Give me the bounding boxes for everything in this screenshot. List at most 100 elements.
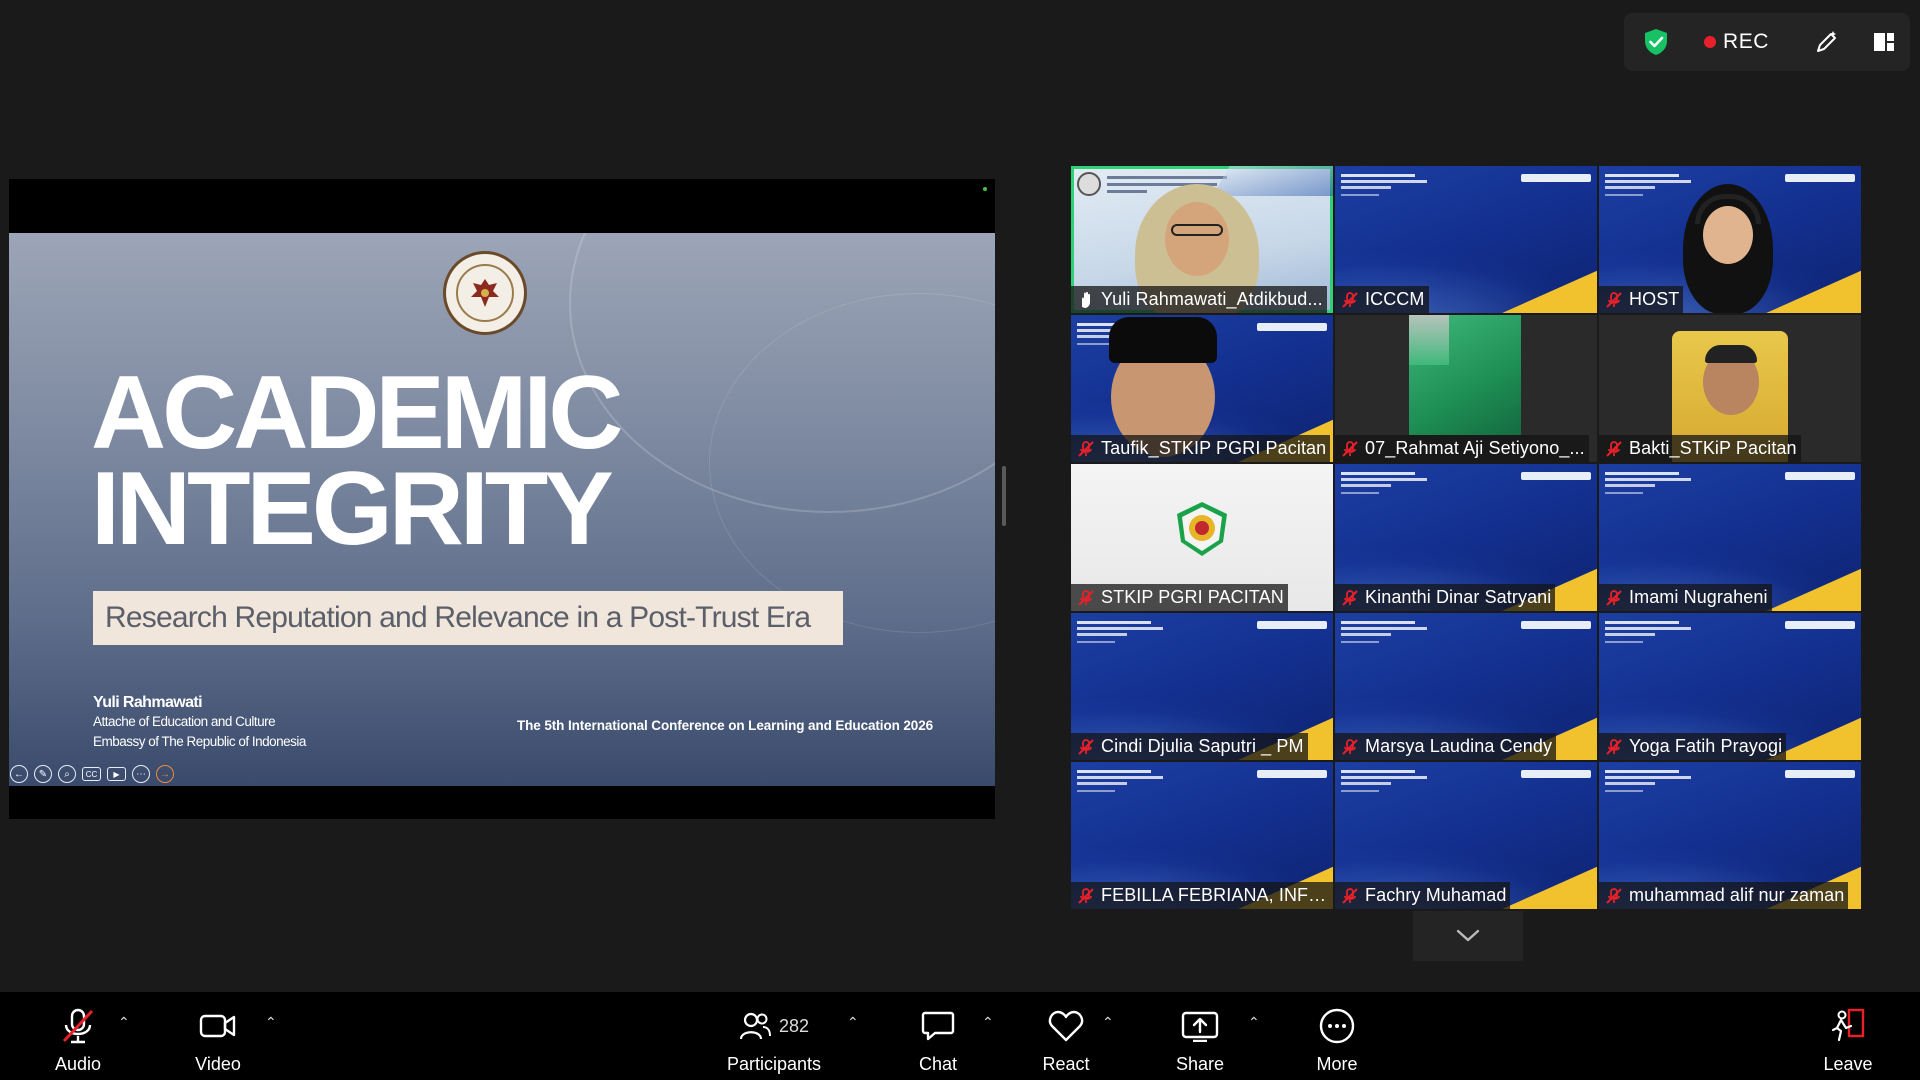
participant-name: Kinanthi Dinar Satryani (1365, 587, 1552, 607)
muted-mic-icon (1341, 738, 1359, 756)
pen-icon[interactable]: ✎ (34, 765, 52, 783)
audio-options-caret[interactable]: ⌃ (118, 1014, 130, 1031)
participants-options-caret[interactable]: ⌃ (847, 1014, 859, 1031)
participant-name: Yuli Rahmawati_Atdikbud... (1101, 289, 1323, 309)
audio-label: Audio (54, 1054, 102, 1074)
participant-name: STKIP PGRI PACITAN (1101, 587, 1284, 607)
more-label: More (1316, 1054, 1358, 1074)
participants-count: 282 (778, 1015, 810, 1036)
more-options-icon (1319, 1008, 1355, 1044)
heart-icon (1048, 1008, 1084, 1044)
video-tile[interactable]: Kinanthi Dinar Satryani (1335, 464, 1597, 611)
participant-name-bar: ICCCM (1335, 286, 1429, 313)
participants-label: Participants (726, 1054, 822, 1074)
slide-subtitle: Research Reputation and Relevance in a P… (105, 601, 811, 634)
video-tile[interactable]: Imami Nugraheni (1599, 464, 1861, 611)
presentation-slide: ACADEMIC INTEGRITY Research Reputation a… (9, 233, 995, 786)
video-tile[interactable]: Marsya Laudina Cendy (1335, 613, 1597, 760)
conference-title: The 5th International Conference on Lear… (517, 718, 934, 733)
video-camera-icon (199, 1008, 237, 1044)
video-tile[interactable]: HOST (1599, 166, 1861, 313)
muted-mic-icon (1077, 738, 1095, 756)
video-tile[interactable]: Yoga Fatih Prayogi (1599, 613, 1861, 760)
react-options-caret[interactable]: ⌃ (1102, 1014, 1114, 1031)
share-screen-icon (1181, 1008, 1219, 1044)
audio-button[interactable]: Audio (38, 992, 118, 1080)
gallery-next-page-button[interactable] (1413, 911, 1523, 961)
chevron-down-icon (1456, 929, 1480, 942)
presenter-organization: Embassy of The Republic of Indonesia (93, 734, 306, 749)
participant-name-bar: Taufik_STKIP PGRI Pacitan (1071, 435, 1331, 462)
video-tile[interactable]: Fachry Muhamad (1335, 762, 1597, 909)
participant-name: Fachry Muhamad (1365, 885, 1507, 905)
video-options-caret[interactable]: ⌃ (265, 1014, 277, 1031)
chat-button[interactable]: Chat (898, 992, 978, 1080)
react-button[interactable]: React (1026, 992, 1106, 1080)
panel-resize-handle[interactable] (1002, 466, 1006, 526)
slide-title: ACADEMIC INTEGRITY (91, 355, 623, 567)
muted-mic-icon (1605, 291, 1623, 309)
share-options-caret[interactable]: ⌃ (1248, 1014, 1260, 1031)
recording-indicator[interactable]: REC (1704, 30, 1769, 54)
more-icon[interactable]: ⋯ (132, 765, 150, 783)
participants-button[interactable]: 282 Participants (716, 992, 832, 1080)
video-tile[interactable]: STKIP PGRI PACITAN (1071, 464, 1333, 611)
participant-name: HOST (1629, 289, 1680, 309)
presenter-name: Yuli Rahmawati (93, 694, 203, 711)
video-tile[interactable]: ICCCM (1335, 166, 1597, 313)
next-icon[interactable]: → (156, 765, 174, 783)
share-button[interactable]: Share (1160, 992, 1240, 1080)
participant-name-bar: Fachry Muhamad (1335, 882, 1511, 909)
muted-mic-icon (1605, 887, 1623, 905)
participant-name-bar: muhammad alif nur zaman (1599, 882, 1849, 909)
video-tile[interactable]: muhammad alif nur zaman (1599, 762, 1861, 909)
participant-name: Marsya Laudina Cendy (1365, 736, 1553, 756)
captions-icon[interactable]: CC (82, 767, 101, 781)
video-tile[interactable]: Taufik_STKIP PGRI Pacitan (1071, 315, 1333, 462)
muted-mic-icon (1605, 589, 1623, 607)
video-tile[interactable]: 07_Rahmat Aji Setiyono_... (1335, 315, 1597, 462)
participants-icon-row: 282 (739, 1008, 809, 1044)
muted-mic-icon (1077, 589, 1095, 607)
slide-title-line2: INTEGRITY (91, 451, 614, 567)
annotate-icon[interactable] (1811, 24, 1843, 60)
meeting-status-bar: REC (1624, 13, 1910, 71)
participant-name-bar: Imami Nugraheni (1599, 584, 1772, 611)
layout-icon[interactable] (1868, 24, 1900, 60)
participant-name-bar: STKIP PGRI PACITAN (1071, 584, 1288, 611)
share-indicator-dot (983, 187, 987, 191)
participant-name: 07_Rahmat Aji Setiyono_... (1365, 438, 1585, 458)
participant-name-bar: 07_Rahmat Aji Setiyono_... (1335, 435, 1589, 462)
video-gallery: Yuli Rahmawati_Atdikbud... ICCCM HOST Ta… (1071, 166, 1865, 912)
muted-mic-icon (1341, 440, 1359, 458)
leave-door-icon (1829, 1008, 1867, 1044)
slide-title-line1: ACADEMIC (91, 355, 623, 471)
back-icon[interactable]: ← (10, 765, 28, 783)
slide-subtitle-box: Research Reputation and Relevance in a P… (93, 591, 843, 645)
video-icon[interactable]: ▶ (107, 767, 126, 781)
recording-label: REC (1723, 30, 1769, 53)
shield-check-icon[interactable] (1642, 26, 1670, 58)
video-tile[interactable]: Bakti_STKiP Pacitan (1599, 315, 1861, 462)
more-button[interactable]: More (1297, 992, 1377, 1080)
video-tile[interactable]: FEBILLA FEBRIANA, INFO... (1071, 762, 1333, 909)
shared-screen[interactable]: ACADEMIC INTEGRITY Research Reputation a… (9, 179, 995, 819)
participant-name: ICCCM (1365, 289, 1425, 309)
stkip-logo (1173, 500, 1231, 558)
participant-name-bar: Cindi Djulia Saputri _ PM (1071, 733, 1308, 760)
participant-name: Taufik_STKIP PGRI Pacitan (1101, 438, 1327, 458)
chat-options-caret[interactable]: ⌃ (982, 1014, 994, 1031)
video-tile[interactable]: Yuli Rahmawati_Atdikbud... (1071, 166, 1333, 313)
video-button[interactable]: Video (178, 992, 258, 1080)
meeting-toolbar: Audio ⌃ Video ⌃ 282 Participants ⌃ Chat … (0, 992, 1920, 1080)
participant-name: muhammad alif nur zaman (1629, 885, 1845, 905)
video-tile[interactable]: Cindi Djulia Saputri _ PM (1071, 613, 1333, 760)
muted-mic-icon (1077, 887, 1095, 905)
embassy-logo-icon (1077, 172, 1101, 196)
hand-raised-icon (1077, 291, 1095, 309)
zoom-icon[interactable]: ⌕ (58, 765, 76, 783)
chat-label: Chat (918, 1054, 958, 1074)
participant-name-bar: Bakti_STKiP Pacitan (1599, 435, 1801, 462)
leave-button[interactable]: Leave (1808, 992, 1888, 1080)
participant-name-bar: Yuli Rahmawati_Atdikbud... (1071, 286, 1327, 313)
